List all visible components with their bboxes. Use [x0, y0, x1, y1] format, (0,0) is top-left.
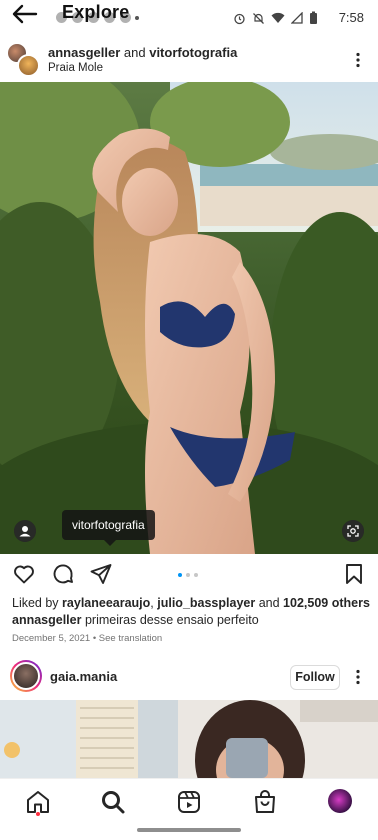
system-icons: [233, 11, 318, 25]
post-caption: annasgeller primeiras desse ensaio perfe…: [12, 613, 259, 627]
bottom-navigation: [0, 778, 378, 826]
see-translation-link[interactable]: See translation: [99, 633, 162, 644]
notification-more-dot: [135, 16, 139, 20]
coauthor-username[interactable]: vitorfotografia: [149, 45, 237, 60]
likes-prefix: Liked by: [12, 596, 59, 610]
next-post-username[interactable]: gaia.mania: [50, 669, 117, 684]
tagged-user-label[interactable]: vitorfotografia: [62, 510, 155, 546]
post-authors: annasgeller and vitorfotografia: [48, 45, 237, 60]
visual-search-icon[interactable]: [342, 520, 364, 542]
post-date: December 5, 2021: [12, 633, 91, 644]
next-post-image[interactable]: [0, 700, 378, 778]
shop-icon[interactable]: [252, 789, 278, 815]
likes-summary[interactable]: Liked by raylaneearaujo, julio_bassplaye…: [12, 596, 370, 610]
bookmark-icon[interactable]: [342, 562, 366, 586]
mute-icon: [253, 12, 264, 24]
avatar[interactable]: [10, 660, 42, 692]
profile-avatar[interactable]: [328, 789, 352, 813]
carousel-indicator: [178, 573, 198, 577]
signal-icon: [291, 12, 303, 24]
carousel-dot: [178, 573, 182, 577]
likes-others[interactable]: 102,509 others: [283, 596, 370, 610]
likes-and: and: [258, 596, 280, 610]
home-activity-dot: [36, 812, 40, 816]
post-image[interactable]: [0, 82, 378, 554]
author-conjunction: and: [123, 45, 146, 60]
author-username[interactable]: annasgeller: [48, 45, 120, 60]
wifi-icon: [271, 12, 285, 23]
liker-username[interactable]: julio_bassplayer: [157, 596, 255, 610]
avatar-image: [12, 662, 40, 690]
carousel-dot: [186, 573, 190, 577]
post-header: annasgeller and vitorfotografia Praia Mo…: [0, 38, 378, 80]
share-icon[interactable]: [89, 562, 113, 586]
alarm-icon: [234, 13, 245, 24]
liker-username[interactable]: raylaneearaujo: [62, 596, 150, 610]
avatar[interactable]: [17, 54, 40, 77]
more-vertical-icon[interactable]: [350, 669, 366, 685]
comment-icon[interactable]: [51, 562, 75, 586]
post-actions: [0, 562, 378, 588]
more-vertical-icon[interactable]: [350, 52, 366, 68]
collab-avatars[interactable]: [6, 42, 42, 78]
heart-icon[interactable]: [12, 562, 36, 586]
gesture-bar[interactable]: [137, 828, 241, 832]
search-icon[interactable]: [100, 789, 126, 815]
caption-text: primeiras desse ensaio perfeito: [84, 613, 259, 627]
next-post-image-illustration: [0, 700, 378, 778]
follow-button[interactable]: Follow: [290, 665, 340, 690]
status-time: 7:58: [338, 10, 364, 25]
next-post-header: gaia.mania Follow: [0, 656, 378, 698]
battery-icon: [310, 11, 317, 24]
page-title: Explore: [62, 2, 130, 22]
reels-icon[interactable]: [176, 789, 202, 815]
caption-username[interactable]: annasgeller: [12, 613, 81, 627]
status-bar: Explore 7:58: [0, 0, 378, 36]
tag-user-icon[interactable]: [14, 520, 36, 542]
post-location[interactable]: Praia Mole: [48, 62, 103, 74]
post-image-illustration: [0, 82, 378, 554]
carousel-dot: [194, 573, 198, 577]
back-arrow-icon[interactable]: [10, 3, 40, 25]
post-meta: December 5, 2021 • See translation: [12, 633, 162, 644]
